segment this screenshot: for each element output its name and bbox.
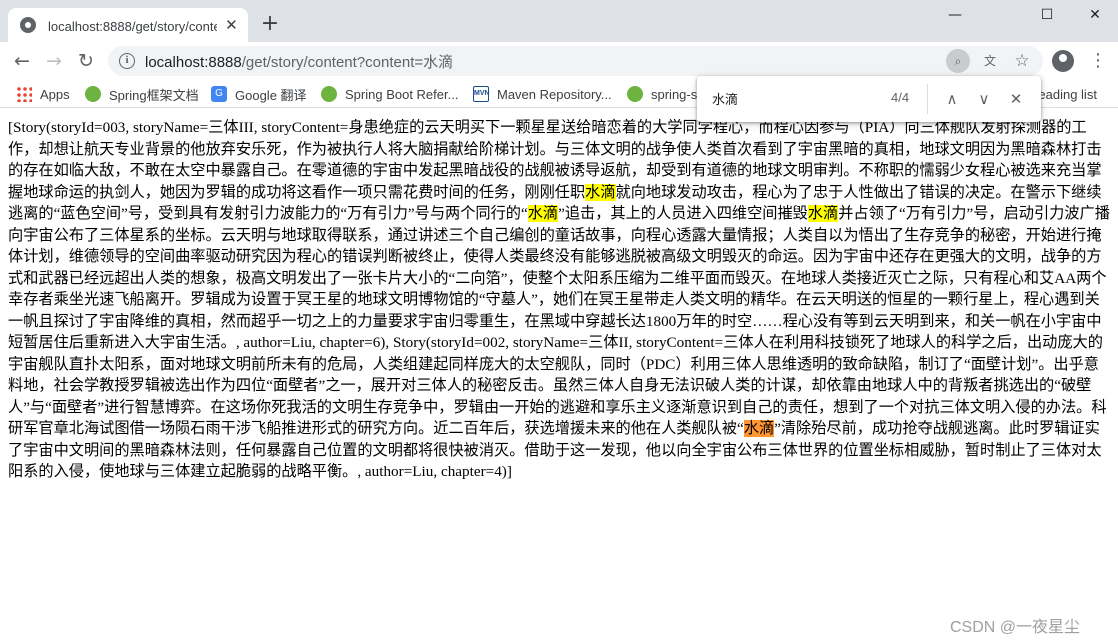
browser-menu-icon[interactable]: ⋮ <box>1086 47 1110 75</box>
url-host: localhost:8888 <box>145 53 242 71</box>
back-button[interactable]: ← <box>8 47 36 75</box>
apps-grid-icon <box>16 86 32 102</box>
minimize-button[interactable]: — <box>932 0 978 32</box>
previous-match-button[interactable]: ∧ <box>938 85 966 113</box>
bookmark-label: Apps <box>40 86 70 102</box>
search-highlight: 水滴 <box>807 205 839 222</box>
close-find-button[interactable]: ✕ <box>1002 85 1030 113</box>
watermark: CSDN @一夜星尘 <box>950 619 1081 636</box>
current-search-highlight: 水滴 <box>743 420 775 437</box>
reload-button[interactable]: ↻ <box>72 47 100 75</box>
window-close-button[interactable]: ✕ <box>1072 0 1118 32</box>
url-text[interactable]: localhost:8888/get/story/content?content… <box>145 51 453 72</box>
content-text: 并占领了“万有引力”号，启动引力波广播向宇宙公布了三体星系的坐标。云天明与地球取… <box>8 205 1110 437</box>
forward-button[interactable]: → <box>40 47 68 75</box>
find-bar: 水滴 4/4 ∧ ∨ ✕ <box>697 76 1041 122</box>
bookmark-google-translate[interactable]: G Google 翻译 <box>211 84 307 104</box>
address-bar[interactable]: i localhost:8888/get/story/content?conte… <box>108 46 1043 76</box>
spring-leaf-icon <box>627 86 643 102</box>
content-text: ”追击，其上的人员进入四维空间摧毁 <box>558 205 808 222</box>
next-match-button[interactable]: ∨ <box>970 85 998 113</box>
find-input[interactable]: 水滴 <box>712 89 738 108</box>
url-path: /get/story/content?content=水滴 <box>241 53 454 71</box>
search-highlight: 水滴 <box>527 205 559 222</box>
globe-icon <box>20 17 36 33</box>
find-match-count: 4/4 <box>891 90 910 105</box>
profile-avatar-icon[interactable] <box>1052 50 1074 72</box>
bookmark-spring-docs[interactable]: Spring框架文档 <box>85 84 199 104</box>
maximize-button[interactable]: ☐ <box>1024 0 1070 32</box>
bookmark-spring-boot[interactable]: Spring Boot Refer... <box>321 84 458 104</box>
find-divider <box>927 84 928 114</box>
spring-leaf-icon <box>85 86 101 102</box>
tab-close-icon[interactable]: ✕ <box>223 16 240 34</box>
active-tab[interactable]: localhost:8888/get/story/content?content… <box>8 8 248 42</box>
page-content: [Story(storyId=003, storyName=三体III, sto… <box>8 117 1110 483</box>
bookmark-maven[interactable]: MVN Maven Repository... <box>473 84 612 104</box>
spring-leaf-icon <box>321 86 337 102</box>
bookmark-label: Maven Repository... <box>497 86 612 102</box>
tab-title: localhost:8888/get/story/content?content… <box>48 18 217 34</box>
bookmark-label: spring-s <box>651 86 698 102</box>
bookmark-spring-s[interactable]: spring-s <box>627 84 697 104</box>
maven-icon: MVN <box>473 86 490 102</box>
new-tab-button[interactable]: + <box>258 13 282 37</box>
search-highlight: 水滴 <box>585 183 616 201</box>
browser-toolbar: ← → ↻ i localhost:8888/get/story/content… <box>0 42 1118 80</box>
bookmark-apps[interactable]: Apps <box>16 84 70 104</box>
bookmark-label: Google 翻译 <box>235 87 307 103</box>
bookmark-label: Spring Boot Refer... <box>345 86 459 102</box>
tab-strip: localhost:8888/get/story/content?content… <box>0 0 1118 42</box>
google-translate-icon: G <box>211 86 227 102</box>
translate-icon[interactable]: 文 <box>978 49 1002 73</box>
bookmark-star-icon[interactable]: ☆ <box>1010 49 1034 73</box>
bookmark-label: Spring框架文档 <box>109 87 199 103</box>
find-in-page-icon[interactable]: ⌕ <box>946 49 970 73</box>
site-info-icon[interactable]: i <box>119 53 135 69</box>
